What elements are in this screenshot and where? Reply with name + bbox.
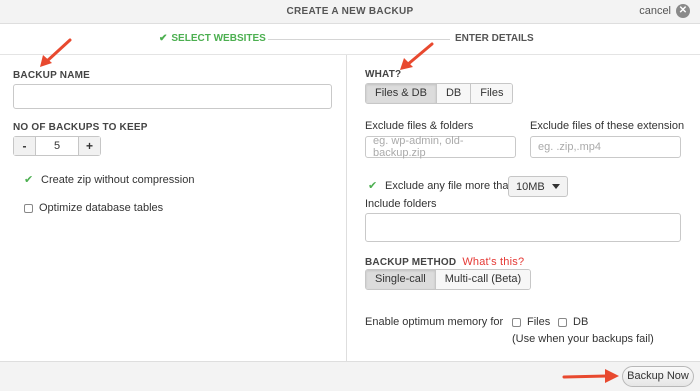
- exclude-size-option[interactable]: Exclude any file more than: [368, 179, 515, 193]
- memory-db-option[interactable]: DB: [558, 316, 588, 328]
- exclude-size-checkbox[interactable]: [368, 179, 379, 192]
- backups-to-keep-stepper: - 5 +: [13, 136, 101, 156]
- step1-label: SELECT WEBSITES: [171, 33, 266, 44]
- memory-db-checkbox[interactable]: [558, 317, 567, 327]
- zip-option[interactable]: Create zip without compression: [24, 173, 195, 187]
- what-option-files[interactable]: Files: [471, 84, 513, 103]
- close-icon[interactable]: ✕: [676, 4, 690, 18]
- include-folders-input[interactable]: [365, 213, 681, 242]
- method-option-multi-call[interactable]: Multi-call (Beta): [435, 270, 531, 289]
- memory-note: (Use when your backups fail): [512, 333, 654, 345]
- annotation-arrow-icon: [400, 42, 434, 70]
- backup-name-input[interactable]: [13, 84, 332, 109]
- left-panel: BACKUP NAME NO OF BACKUPS TO KEEP - 5 + …: [0, 55, 347, 361]
- step-select-websites[interactable]: ✔ SELECT WEBSITES: [159, 33, 266, 44]
- memory-files-label: Files: [527, 316, 551, 328]
- dialog-title: CREATE A NEW BACKUP: [286, 6, 414, 17]
- chevron-down-icon: [552, 184, 560, 189]
- what-option-db[interactable]: DB: [436, 84, 472, 103]
- what-option-files-db[interactable]: Files & DB: [366, 84, 437, 103]
- wizard-steps: ✔ SELECT WEBSITES ENTER DETAILS: [0, 24, 700, 55]
- backups-to-keep-label: NO OF BACKUPS TO KEEP: [13, 122, 148, 133]
- cancel-label: cancel: [639, 5, 671, 17]
- backups-to-keep-value[interactable]: 5: [36, 137, 78, 155]
- exclude-size-label: Exclude any file more than: [385, 180, 515, 192]
- memory-files-checkbox[interactable]: [512, 317, 521, 327]
- exclude-extension-label: Exclude files of these extension: [530, 120, 685, 132]
- exclude-size-select[interactable]: 10MB: [508, 176, 568, 197]
- step-enter-details: ENTER DETAILS: [455, 33, 534, 44]
- decrement-button[interactable]: -: [14, 137, 36, 155]
- optimize-checkbox[interactable]: [24, 203, 33, 213]
- cancel-button[interactable]: cancel ✕: [639, 4, 690, 18]
- zip-checkbox[interactable]: [24, 173, 35, 186]
- backup-name-label: BACKUP NAME: [13, 70, 91, 81]
- check-icon: ✔: [159, 33, 168, 44]
- annotation-arrow-icon: [40, 38, 72, 67]
- whats-this-link[interactable]: What's this?: [462, 256, 524, 268]
- backup-now-button[interactable]: Backup Now: [622, 366, 694, 387]
- backup-method-label: BACKUP METHOD What's this?: [365, 256, 524, 268]
- exclude-files-label: Exclude files & folders: [365, 120, 474, 132]
- increment-button[interactable]: +: [78, 137, 100, 155]
- title-bar: CREATE A NEW BACKUP cancel ✕: [0, 0, 700, 24]
- exclude-extension-input[interactable]: eg. .zip,.mp4: [530, 136, 681, 158]
- include-folders-label: Include folders: [365, 198, 437, 210]
- optimize-label: Optimize database tables: [39, 202, 164, 214]
- optimize-option[interactable]: Optimize database tables: [24, 202, 163, 214]
- backup-method-segmented-control: Single-call Multi-call (Beta): [365, 269, 532, 290]
- memory-files-option[interactable]: Files: [512, 316, 550, 328]
- zip-label: Create zip without compression: [41, 174, 195, 186]
- backup-method-text: BACKUP METHOD: [365, 257, 457, 268]
- exclude-files-input[interactable]: eg. wp-admin, old-backup.zip: [365, 135, 516, 159]
- exclude-size-value: 10MB: [516, 180, 545, 193]
- annotation-arrow-icon: [562, 369, 619, 383]
- optimum-memory-label: Enable optimum memory for: [365, 316, 504, 328]
- method-option-single-call[interactable]: Single-call: [366, 270, 436, 289]
- memory-db-label: DB: [573, 316, 589, 328]
- what-segmented-control: Files & DB DB Files: [365, 83, 514, 104]
